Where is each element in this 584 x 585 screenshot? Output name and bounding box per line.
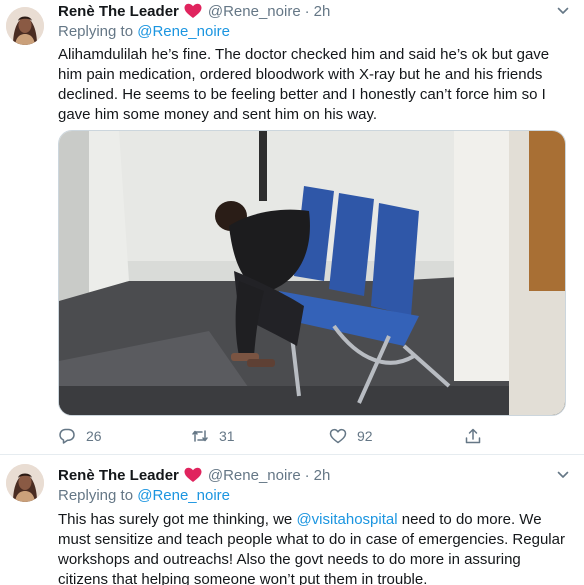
- avatar[interactable]: [6, 464, 44, 502]
- reply-count: 26: [86, 428, 102, 444]
- replying-to: Replying to @Rene_noire: [58, 487, 230, 504]
- tweet[interactable]: Renè The Leader @Rene_noire · 2h Replyin…: [0, 0, 584, 455]
- tweet[interactable]: Renè The Leader @Rene_noire · 2h Replyin…: [0, 456, 584, 585]
- author-name[interactable]: Renè The Leader: [58, 467, 179, 484]
- like-count: 92: [357, 428, 373, 444]
- avatar-image: [6, 7, 44, 45]
- tweet-text-line: declined. He seems to be feeling better …: [58, 86, 546, 103]
- tweet-text-line: must sensitize and teach people what to …: [58, 531, 565, 548]
- separator-dot: ·: [304, 2, 310, 20]
- timestamp[interactable]: 2h: [314, 467, 331, 484]
- tweet-text-segment: This has surely got me thinking, we: [58, 511, 297, 528]
- tweet-text-line: This has surely got me thinking, we @vis…: [58, 510, 576, 530]
- retweet-count: 31: [219, 428, 235, 444]
- reply-action[interactable]: 26: [58, 424, 102, 448]
- like-icon: [329, 428, 347, 444]
- replying-to: Replying to @Rene_noire: [58, 23, 230, 40]
- tweet-text-line: gave him some money and sent him on his …: [58, 106, 378, 123]
- tweet-text-line: Alihamdulilah he’s fine. The doctor chec…: [58, 46, 550, 63]
- reply-icon: [59, 428, 75, 444]
- separator-dot: ·: [304, 466, 310, 484]
- replying-handle-link[interactable]: @Rene_noire: [137, 23, 230, 40]
- retweet-action[interactable]: 31: [191, 424, 235, 448]
- timestamp[interactable]: 2h: [314, 3, 331, 20]
- heart-emoji-icon: [184, 3, 202, 19]
- replying-prefix: Replying to: [58, 487, 134, 504]
- tweet-text-segment: need to do more. We: [397, 511, 542, 528]
- tweet-photo[interactable]: [58, 130, 566, 416]
- tweet-text-line: citizens that helping someone won’t put …: [58, 571, 428, 585]
- tweet-actions: 26 31 92: [58, 424, 498, 448]
- share-icon: [465, 428, 481, 444]
- author-handle[interactable]: @Rene_noire: [208, 3, 301, 20]
- avatar[interactable]: [6, 7, 44, 45]
- tweet-text: This has surely got me thinking, we @vis…: [58, 510, 576, 585]
- caret-down-icon[interactable]: [556, 468, 570, 482]
- hospital-waiting-room-photo: [59, 131, 565, 415]
- heart-emoji-icon: [184, 467, 202, 483]
- tweet-text-line: workshops and outreachs! Also the govt n…: [58, 551, 521, 568]
- author-name[interactable]: Renè The Leader: [58, 3, 179, 20]
- tweet-header: Renè The Leader @Rene_noire · 2h: [58, 465, 330, 485]
- mention-link[interactable]: @visitahospital: [296, 511, 397, 528]
- author-handle[interactable]: @Rene_noire: [208, 467, 301, 484]
- tweet-text-line: him pain medication, ordered bloodwork w…: [58, 66, 543, 83]
- like-action[interactable]: 92: [329, 424, 373, 448]
- caret-down-icon[interactable]: [556, 4, 570, 18]
- replying-prefix: Replying to: [58, 23, 134, 40]
- avatar-image: [6, 464, 44, 502]
- share-action[interactable]: [464, 424, 492, 448]
- retweet-icon: [192, 430, 208, 442]
- tweet-header: Renè The Leader @Rene_noire · 2h: [58, 1, 330, 21]
- replying-handle-link[interactable]: @Rene_noire: [137, 487, 230, 504]
- tweet-text: Alihamdulilah he’s fine. The doctor chec…: [58, 45, 576, 125]
